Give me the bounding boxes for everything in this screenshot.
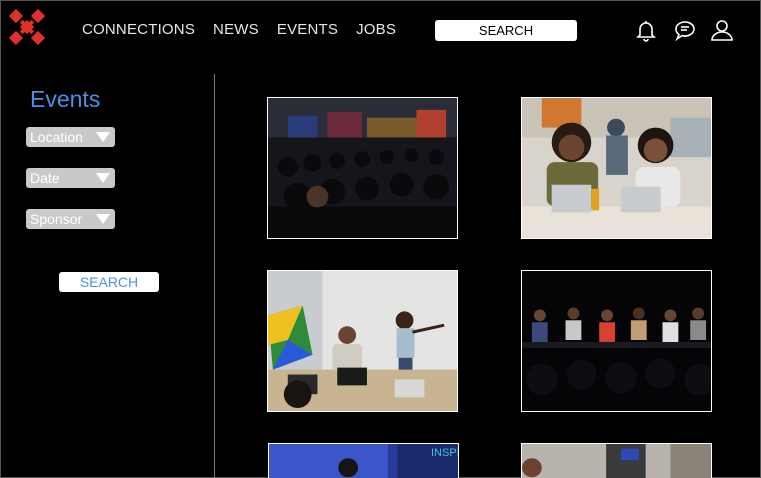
screen-text: INSPI — [431, 447, 459, 459]
event-photo-meeting[interactable] — [521, 443, 712, 478]
date-dropdown-label: Date — [30, 170, 60, 186]
chat-icon[interactable] — [673, 18, 697, 42]
location-dropdown-label: Location — [30, 129, 83, 145]
chevron-down-icon — [96, 214, 110, 224]
bell-icon[interactable] — [634, 18, 658, 42]
date-dropdown[interactable]: Date — [26, 168, 115, 188]
sponsor-dropdown[interactable]: Sponsor — [26, 209, 115, 229]
sponsor-dropdown-label: Sponsor — [30, 211, 83, 227]
header-search-button[interactable]: SEARCH — [435, 20, 577, 41]
nav-news[interactable]: NEWS — [213, 21, 259, 38]
sidebar-title: Events — [30, 86, 101, 112]
chevron-down-icon — [96, 173, 110, 183]
nav-connections[interactable]: CONNECTIONS — [82, 21, 195, 38]
event-photo-presenter-whiteboard[interactable] — [267, 270, 458, 412]
user-profile-icon[interactable] — [710, 18, 734, 42]
chevron-down-icon — [96, 132, 110, 142]
event-photo-speakers-screen[interactable]: INSPI — [268, 443, 459, 478]
main-nav: CONNECTIONS NEWS EVENTS JOBS — [82, 21, 396, 38]
sidebar-divider — [214, 74, 215, 478]
nav-jobs[interactable]: JOBS — [356, 21, 396, 38]
event-photo-audience[interactable] — [267, 97, 458, 239]
nav-events[interactable]: EVENTS — [277, 21, 338, 38]
location-dropdown[interactable]: Location — [26, 127, 115, 147]
event-photo-women-laptops[interactable] — [521, 97, 712, 239]
logo-icon[interactable] — [9, 9, 45, 45]
sidebar-search-button[interactable]: SEARCH — [59, 272, 159, 292]
event-photo-panel-stage[interactable] — [521, 270, 712, 412]
